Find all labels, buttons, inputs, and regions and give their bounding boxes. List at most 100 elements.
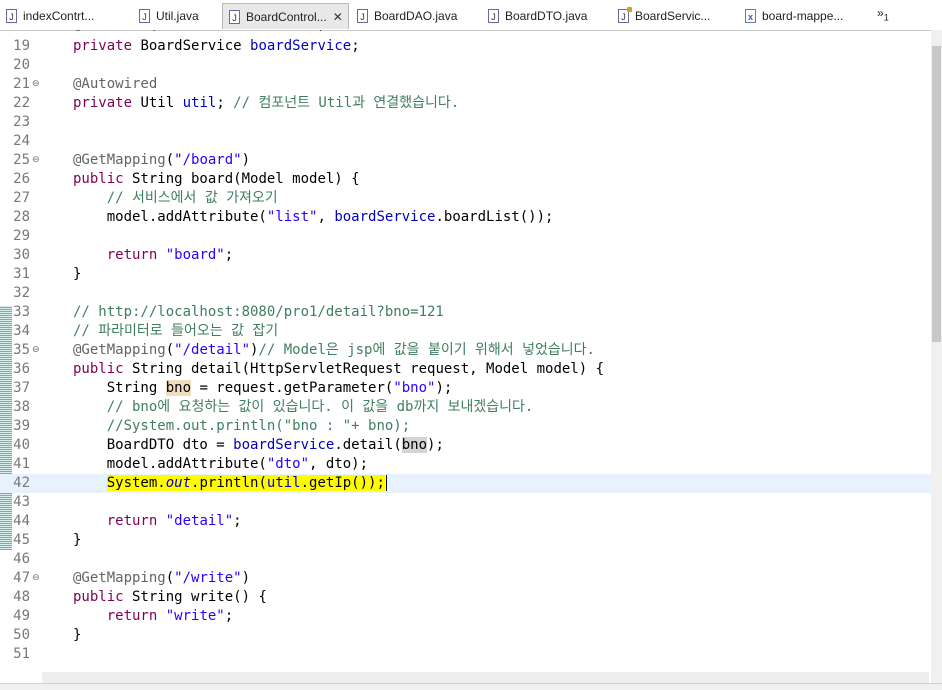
code-line: 37 String bno = request.getParameter("bn… xyxy=(0,379,942,398)
line-number: 42 xyxy=(13,475,30,491)
tab-label: BoardServic... xyxy=(635,8,711,23)
line-code: // http://localhost:8080/pro1/detail?bno… xyxy=(73,304,444,320)
code-line: 44 return "detail"; xyxy=(0,512,942,531)
scrollbar-thumb[interactable] xyxy=(932,46,941,342)
xml-file-icon: x xyxy=(745,8,756,23)
code-line: 29 xyxy=(0,227,942,246)
line-number: 45 xyxy=(13,532,30,548)
code-editor[interactable]: 18 @Resource(name="boardService") 19 pri… xyxy=(0,30,942,683)
line-number: 32 xyxy=(13,285,30,301)
java-file-icon: J xyxy=(139,8,150,23)
line-number: 29 xyxy=(13,228,30,244)
line-number: 47 xyxy=(13,570,30,586)
code-line: 25 ⊖ @GetMapping("/board") xyxy=(0,151,942,170)
code-line: 46 xyxy=(0,550,942,569)
line-number: 39 xyxy=(13,418,30,434)
code-line: 48 public String write() { xyxy=(0,588,942,607)
line-number: 37 xyxy=(13,380,30,396)
code-line: 31 } xyxy=(0,265,942,284)
code-line: 36 public String detail(HttpServletReque… xyxy=(0,360,942,379)
code-line: 38 // bno에 요청하는 값이 있습니다. 이 값을 db까지 보내겠습니… xyxy=(0,398,942,417)
line-number: 22 xyxy=(13,95,30,111)
tab-board-controller[interactable]: J BoardControl... ✕ xyxy=(222,3,349,29)
line-number: 33 xyxy=(13,304,30,320)
code-line: 18 @Resource(name="boardService") xyxy=(0,30,942,35)
tab-board-dao[interactable]: J BoardDAO.java xyxy=(351,3,471,28)
tab-label: BoardDAO.java xyxy=(374,8,458,23)
tab-overflow-button[interactable]: »1 xyxy=(877,6,889,22)
overflow-count: 1 xyxy=(883,12,889,23)
line-code: @GetMapping("/board") xyxy=(73,152,251,168)
fold-toggle-icon[interactable]: ⊖ xyxy=(32,341,40,360)
selection-highlight: System.out.println(util.getIp()); xyxy=(106,475,385,491)
code-line: 21 ⊖ @Autowired xyxy=(0,75,942,94)
chevron-double-right-icon: » xyxy=(877,6,884,20)
line-number: 49 xyxy=(13,608,30,624)
line-number: 28 xyxy=(13,209,30,225)
line-code: model.addAttribute("list", boardService.… xyxy=(73,209,554,225)
tab-index-controller[interactable]: J indexContrt... xyxy=(0,3,122,28)
line-code: private Util util; // 컴포넌트 Util과 연결했습니다. xyxy=(73,95,460,111)
code-line: 43 xyxy=(0,493,942,512)
java-file-icon: J xyxy=(229,9,240,24)
code-line: 30 return "board"; xyxy=(0,246,942,265)
line-code: return "write"; xyxy=(106,608,234,624)
code-line: 22 private Util util; // 컴포넌트 Util과 연결했습… xyxy=(0,94,942,113)
line-number: 40 xyxy=(13,437,30,453)
tab-label: BoardDTO.java xyxy=(505,8,588,23)
code-line: 33 // http://localhost:8080/pro1/detail?… xyxy=(0,303,942,322)
horizontal-scrollbar[interactable] xyxy=(42,672,929,683)
line-number: 44 xyxy=(13,513,30,529)
line-code: } xyxy=(73,532,82,548)
tab-board-dto[interactable]: J BoardDTO.java xyxy=(482,3,602,28)
tab-board-mapper[interactable]: x board-mappe... xyxy=(739,3,864,28)
line-code: System.out.println(util.getIp()); xyxy=(73,474,387,493)
code-line: 20 xyxy=(0,56,942,75)
java-file-icon: J xyxy=(488,8,499,23)
line-number: 24 xyxy=(13,133,30,149)
code-line-current: 42 System.out.println(util.getIp()); xyxy=(0,474,942,493)
line-code: return "board"; xyxy=(106,247,234,263)
close-icon[interactable]: ✕ xyxy=(333,10,343,24)
line-code: private BoardService boardService; xyxy=(73,38,360,54)
vertical-scrollbar[interactable] xyxy=(931,30,942,683)
line-number: 34 xyxy=(13,323,30,339)
tab-util-java[interactable]: J Util.java xyxy=(133,3,223,28)
line-number: 36 xyxy=(13,361,30,377)
line-number: 23 xyxy=(13,114,30,130)
fold-toggle-icon[interactable]: ⊖ xyxy=(32,151,40,170)
line-number: 20 xyxy=(13,57,30,73)
code-line: 27 // 서비스에서 값 가져오기 xyxy=(0,189,942,208)
code-line: 41 model.addAttribute("dto", dto); xyxy=(0,455,942,474)
code-line: 50 } xyxy=(0,626,942,645)
line-number: 43 xyxy=(13,494,30,510)
code-line: 49 return "write"; xyxy=(0,607,942,626)
code-line: 35 ⊖ @GetMapping("/detail")// Model은 jsp… xyxy=(0,341,942,360)
code-line: 32 xyxy=(0,284,942,303)
fold-toggle-icon[interactable]: ⊖ xyxy=(32,75,40,94)
line-code: public String write() { xyxy=(73,589,267,605)
code-line: 34 // 파라미터로 들어오는 값 잡기 xyxy=(0,322,942,341)
code-line: 40 BoardDTO dto = boardService.detail(bn… xyxy=(0,436,942,455)
code-line: 47 ⊖ @GetMapping("/write") xyxy=(0,569,942,588)
line-number: 50 xyxy=(13,627,30,643)
line-number: 26 xyxy=(13,171,30,187)
tab-label: Util.java xyxy=(156,8,199,23)
line-number: 27 xyxy=(13,190,30,206)
line-code: //System.out.println("bno : "+ bno); xyxy=(106,418,411,434)
line-number: 46 xyxy=(13,551,30,567)
line-code: public String detail(HttpServletRequest … xyxy=(73,361,605,377)
line-code: } xyxy=(73,627,82,643)
line-code: @GetMapping("/write") xyxy=(73,570,251,586)
tab-board-service[interactable]: J BoardServic... xyxy=(612,3,730,28)
line-number: 18 xyxy=(10,30,30,35)
fold-toggle-icon[interactable]: ⊖ xyxy=(32,569,40,588)
java-file-icon: J xyxy=(618,6,632,23)
code-line: 19 private BoardService boardService; xyxy=(0,37,942,56)
line-number: 30 xyxy=(13,247,30,263)
code-line: 26 public String board(Model model) { xyxy=(0,170,942,189)
line-code: } xyxy=(73,266,82,282)
line-code: // 서비스에서 값 가져오기 xyxy=(106,190,278,206)
line-code: // bno에 요청하는 값이 있습니다. 이 값을 db까지 보내겠습니다. xyxy=(106,399,534,415)
java-file-icon: J xyxy=(357,8,368,23)
